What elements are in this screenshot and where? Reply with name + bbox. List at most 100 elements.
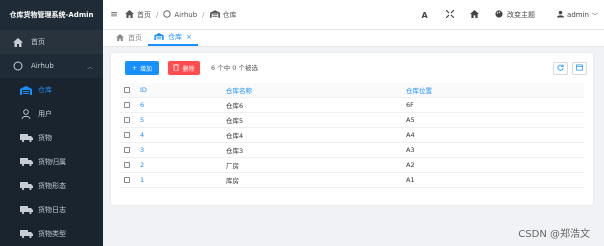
breadcrumb-airhub[interactable]: Airhub — [174, 11, 197, 19]
content-card: + 增加 删除 6 个中 0 个被选 ID 仓库名称 仓库位置 6 仓库6 6F — [111, 53, 593, 205]
row-location: 6F — [406, 101, 414, 109]
row-id-link[interactable]: 6 — [140, 101, 226, 109]
sidebar-item-label: 货物类型 — [38, 230, 66, 238]
chevron-down-icon: ﹀ — [591, 12, 598, 20]
user-icon — [19, 109, 33, 120]
table-row[interactable]: 6 仓库6 6F — [120, 98, 584, 113]
sidebar: 仓库货物管理系统-Admin 首页 Airhub ︿ 仓库 用户 货物 货物归属… — [0, 0, 103, 246]
trash-icon — [173, 63, 180, 73]
row-checkbox[interactable] — [120, 177, 140, 183]
theme-switcher[interactable]: 改变主题 — [495, 10, 535, 20]
row-location: A1 — [406, 176, 415, 184]
warehouse-icon — [209, 9, 220, 20]
add-button[interactable]: + 增加 — [125, 61, 159, 75]
plus-icon: + — [131, 64, 137, 72]
tab-label: 仓库 — [168, 33, 182, 41]
theme-label: 改变主题 — [507, 11, 536, 19]
row-id-link[interactable]: 1 — [140, 176, 226, 184]
breadcrumb: 首页 / Airhub / 仓库 — [125, 9, 237, 20]
row-location: A2 — [406, 161, 415, 169]
row-location: A3 — [406, 146, 415, 154]
sidebar-group-label: Airhub — [31, 62, 54, 70]
warehouse-table: ID 仓库名称 仓库位置 6 仓库6 6F 5 仓库5 A5 4 仓库4 A4 … — [120, 83, 584, 188]
tab-home[interactable]: 首页 — [110, 30, 148, 46]
truck-icon — [19, 181, 33, 192]
table-row[interactable]: 2 厂房 A2 — [120, 158, 584, 173]
sidebar-item-goods-ownership[interactable]: 货物归属 — [0, 150, 103, 174]
menu-toggle-icon[interactable]: ≡ — [103, 10, 125, 20]
sidebar-item-label: 用户 — [38, 110, 52, 118]
row-name: 仓库3 — [226, 147, 244, 155]
table-header: ID 仓库名称 仓库位置 — [120, 83, 584, 98]
row-name: 仓库4 — [226, 132, 244, 140]
row-checkbox[interactable] — [120, 132, 140, 138]
row-location: A5 — [406, 116, 415, 124]
sidebar-item-user[interactable]: 用户 — [0, 102, 103, 126]
sidebar-item-warehouse[interactable]: 仓库 — [0, 78, 103, 102]
home-icon — [125, 9, 134, 20]
home-icon[interactable] — [462, 10, 487, 20]
font-size-icon[interactable]: A — [412, 11, 437, 20]
truck-icon — [19, 133, 33, 144]
column-header-name[interactable]: 仓库名称 — [226, 85, 406, 95]
row-name: 仓库6 — [226, 102, 244, 110]
home-icon — [12, 37, 23, 48]
warehouse-icon — [154, 32, 164, 42]
selection-info: 6 个中 0 个被选 — [211, 64, 258, 72]
breadcrumb-separator: / — [202, 10, 205, 19]
sidebar-item-label: 仓库 — [38, 86, 52, 94]
chevron-up-icon: ︿ — [86, 63, 93, 71]
user-icon — [557, 10, 565, 20]
breadcrumb-separator: / — [156, 10, 159, 19]
tab-bar: 首页 仓库 × — [103, 30, 604, 47]
table-row[interactable]: 1 库房 A1 — [120, 173, 584, 188]
column-header-location[interactable]: 仓库位置 — [406, 85, 584, 95]
sidebar-item-home[interactable]: 首页 — [0, 30, 103, 54]
row-checkbox[interactable] — [120, 117, 140, 123]
sidebar-item-goods-type[interactable]: 货物类型 — [0, 222, 103, 246]
home-icon — [116, 33, 124, 43]
sidebar-item-goods[interactable]: 货物 — [0, 126, 103, 150]
circle-icon — [163, 9, 171, 20]
row-location: A4 — [406, 131, 415, 139]
row-name: 库房 — [226, 177, 239, 185]
sidebar-item-label: 首页 — [31, 38, 45, 46]
delete-button[interactable]: 删除 — [168, 61, 200, 75]
table-row[interactable]: 3 仓库3 A3 — [120, 143, 584, 158]
table-row[interactable]: 5 仓库5 A5 — [120, 113, 584, 128]
user-label: admin — [567, 11, 589, 19]
row-id-link[interactable]: 5 — [140, 116, 226, 124]
row-id-link[interactable]: 2 — [140, 161, 226, 169]
breadcrumb-warehouse: 仓库 — [222, 10, 237, 19]
row-checkbox[interactable] — [120, 102, 140, 108]
breadcrumb-home[interactable]: 首页 — [137, 10, 151, 20]
table-row[interactable]: 4 仓库4 A4 — [120, 128, 584, 143]
sidebar-item-goods-form[interactable]: 货物形态 — [0, 174, 103, 198]
columns-button[interactable] — [572, 62, 587, 75]
sidebar-group-airhub[interactable]: Airhub ︿ — [0, 54, 103, 78]
select-all-checkbox[interactable] — [120, 87, 140, 93]
palette-icon — [495, 10, 503, 20]
user-menu[interactable]: admin ﹀ — [557, 10, 598, 20]
delete-button-label: 删除 — [182, 65, 195, 73]
app-title: 仓库货物管理系统-Admin — [0, 0, 103, 30]
sidebar-item-goods-log[interactable]: 货物日志 — [0, 198, 103, 222]
top-bar: ≡ 首页 / Airhub / 仓库 A 改变主题 admin ﹀ — [103, 0, 604, 30]
row-id-link[interactable]: 4 — [140, 131, 226, 139]
row-name: 厂房 — [226, 162, 239, 170]
sidebar-item-label: 货物 — [38, 134, 52, 142]
sidebar-item-label: 货物形态 — [38, 182, 66, 190]
sidebar-item-label: 货物归属 — [38, 158, 66, 166]
row-id-link[interactable]: 3 — [140, 146, 226, 154]
close-icon[interactable]: × — [186, 33, 192, 41]
column-header-id[interactable]: ID — [140, 86, 226, 94]
row-checkbox[interactable] — [120, 147, 140, 153]
truck-icon — [19, 157, 33, 168]
fullscreen-icon[interactable] — [437, 9, 462, 20]
tab-warehouse[interactable]: 仓库 × — [148, 30, 198, 46]
add-button-label: 增加 — [140, 65, 153, 73]
row-name: 仓库5 — [226, 117, 244, 125]
row-checkbox[interactable] — [120, 162, 140, 168]
refresh-button[interactable] — [553, 62, 568, 75]
tab-label: 首页 — [128, 34, 142, 42]
